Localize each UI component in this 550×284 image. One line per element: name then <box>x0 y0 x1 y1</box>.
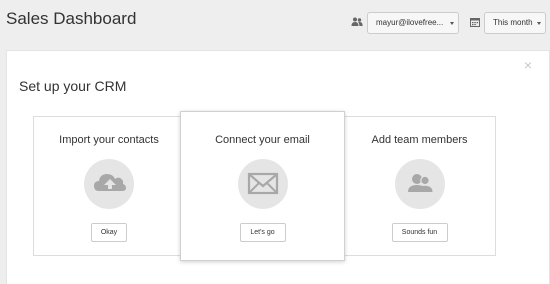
card-title: Add team members <box>371 134 468 146</box>
cloud-upload-icon <box>84 159 134 209</box>
period-select-dropdown[interactable]: This month <box>484 12 546 34</box>
user-select-dropdown[interactable]: mayur@ilovefree... <box>367 12 459 34</box>
add-team-members-card: Add team members Sounds fun <box>343 116 496 256</box>
import-contacts-card: Import your contacts Okay <box>33 116 185 256</box>
connect-email-card: Connect your email Let's go <box>180 111 345 261</box>
period-select-value: This month <box>493 18 533 27</box>
users-icon <box>394 159 445 209</box>
page-title: Sales Dashboard <box>6 9 137 28</box>
chevron-down-icon <box>450 22 454 25</box>
user-select-value: mayur@ilovefree... <box>376 18 444 27</box>
envelope-icon <box>237 159 288 209</box>
crm-setup-title: Set up your CRM <box>19 78 127 94</box>
close-icon[interactable]: × <box>522 58 534 72</box>
users-icon <box>351 17 363 26</box>
chevron-down-icon <box>537 22 541 25</box>
card-title: Connect your email <box>215 134 310 146</box>
lets-go-button[interactable]: Let's go <box>239 223 286 242</box>
card-title: Import your contacts <box>59 134 159 146</box>
dashboard-header: Sales Dashboard mayur@ilovefree... This … <box>0 0 550 48</box>
sounds-fun-button[interactable]: Sounds fun <box>391 223 448 242</box>
calendar-icon <box>470 18 480 27</box>
okay-button[interactable]: Okay <box>91 223 127 242</box>
